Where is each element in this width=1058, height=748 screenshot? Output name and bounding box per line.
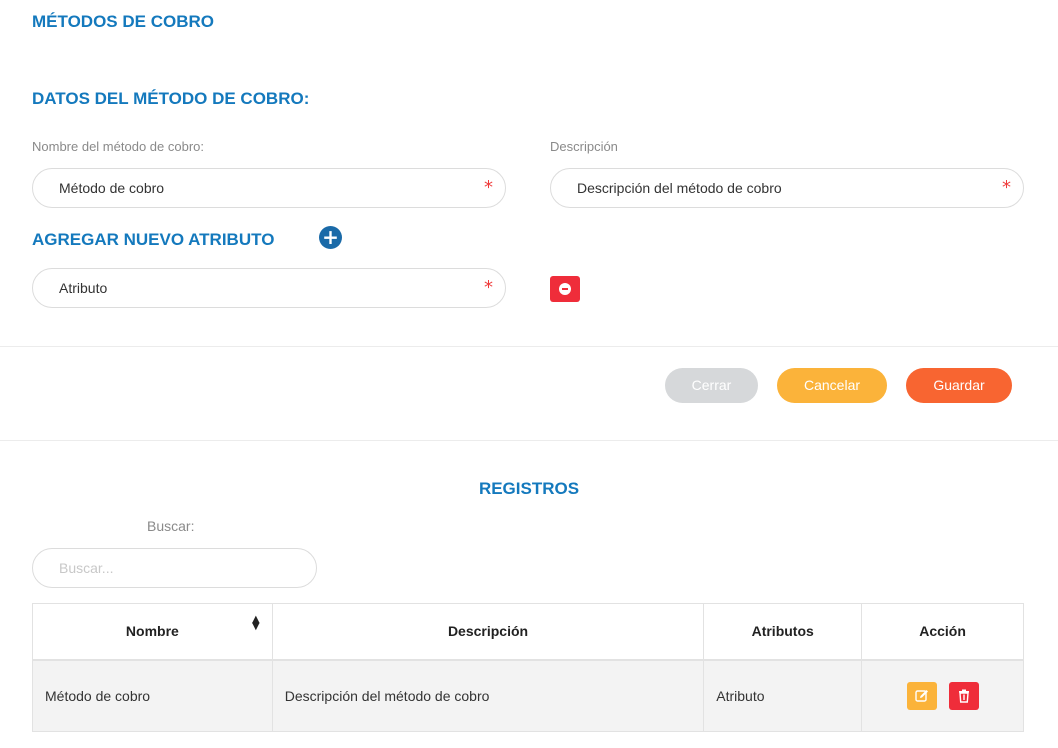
column-header-descripcion: Descripción [271,603,705,661]
required-asterisk: * [484,277,493,298]
name-field-label: Nombre del método de cobro: [32,139,204,154]
save-button[interactable]: Guardar [906,368,1012,403]
cancel-button[interactable]: Cancelar [777,368,887,403]
table-header-row: Nombre ▲ ▼ Descripción Atributos Acción [32,603,1024,661]
description-input-value: Descripción del método de cobro [577,180,782,196]
attribute-input[interactable]: Atributo * [32,268,506,308]
column-header-atributos: Atributos [703,603,863,661]
trash-icon [958,689,969,703]
column-header-accion: Acción [861,603,1024,661]
remove-attribute-button[interactable] [550,276,580,302]
plus-circle-icon[interactable]: + [319,226,342,249]
cell-accion [861,659,1024,732]
divider [0,346,1058,347]
required-asterisk: * [484,177,493,198]
name-input[interactable]: Método de cobro * [32,168,506,208]
records-title: REGISTROS [478,479,580,498]
column-header-label: Nombre [125,623,179,640]
description-field-label: Descripción [550,139,618,154]
minus-circle-icon [559,283,571,295]
cell-descripcion: Descripción del método de cobro [271,659,705,732]
search-input[interactable] [32,548,317,588]
form-section-title: DATOS DEL MÉTODO DE COBRO: [32,89,310,108]
name-input-value: Método de cobro [59,180,165,196]
page-title: MÉTODOS DE COBRO [32,12,214,31]
delete-button[interactable] [948,681,979,710]
divider [0,440,1058,441]
required-asterisk: * [1002,177,1011,198]
cell-nombre: Método de cobro [32,659,273,732]
sort-icon[interactable]: ▲ ▼ [252,615,260,632]
edit-button[interactable] [906,681,937,710]
cell-atributos: Atributo [703,659,863,732]
add-attribute-title: AGREGAR NUEVO ATRIBUTO [32,230,275,249]
close-button[interactable]: Cerrar [665,368,758,403]
edit-icon [914,689,928,702]
attribute-input-value: Atributo [59,280,108,296]
table-row: Método de cobro Descripción del método d… [32,659,1024,732]
column-header-nombre[interactable]: Nombre ▲ ▼ [32,603,273,661]
description-input[interactable]: Descripción del método de cobro * [550,168,1024,208]
records-table: Nombre ▲ ▼ Descripción Atributos Acción M… [32,603,1024,732]
search-label: Buscar: [147,518,195,534]
